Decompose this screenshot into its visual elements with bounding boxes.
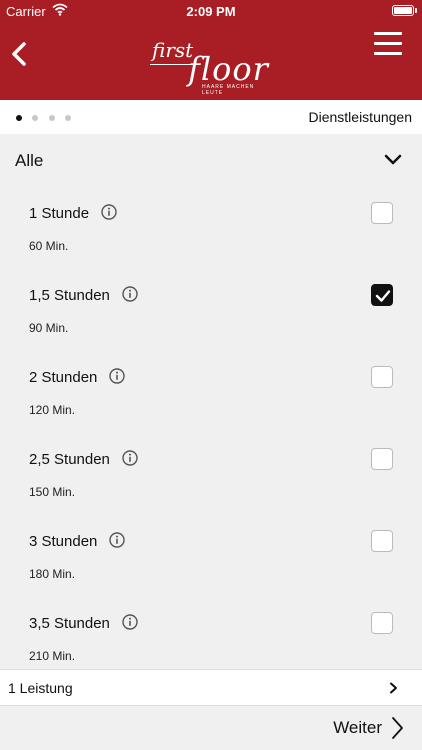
service-name: 3,5 Stunden [29, 615, 110, 632]
step-dot-3 [49, 115, 55, 121]
info-icon[interactable] [122, 450, 138, 466]
service-name: 1,5 Stunden [29, 287, 110, 304]
service-list: 1 Stunde 60 Min. 1,5 Stunden 90 Min. 2 S… [0, 188, 422, 669]
service-name: 3 Stunden [29, 533, 98, 550]
step-dot-2 [32, 115, 38, 121]
step-dot-4 [65, 115, 71, 121]
footer-bar: Weiter [0, 706, 422, 750]
service-duration: 150 Min. [29, 485, 76, 499]
service-duration: 180 Min. [29, 567, 76, 581]
selection-summary[interactable]: 1 Leistung [0, 669, 422, 706]
info-icon[interactable] [109, 368, 125, 384]
menu-button[interactable] [374, 32, 402, 56]
service-item[interactable]: 1 Stunde 60 Min. [0, 188, 422, 270]
hamburger-line [374, 42, 402, 45]
chevron-right-icon [390, 682, 397, 694]
service-checkbox[interactable] [371, 612, 393, 634]
info-icon[interactable] [109, 532, 125, 548]
logo-tagline: HAARE MACHEN LEUTE [202, 84, 255, 96]
brand-logo: first floor HAARE MACHEN LEUTE [150, 36, 274, 96]
service-item[interactable]: 1,5 Stunden 90 Min. [0, 270, 422, 352]
info-icon[interactable] [122, 614, 138, 630]
hamburger-line [374, 52, 402, 55]
selection-count: 1 Leistung [8, 680, 73, 696]
step-dot-1 [16, 115, 22, 121]
info-icon[interactable] [122, 286, 138, 302]
status-time: 2:09 PM [186, 4, 236, 19]
status-bar: Carrier 2:09 PM [0, 0, 422, 22]
chevron-right-icon [392, 717, 403, 739]
service-item[interactable]: 2,5 Stunden 150 Min. [0, 434, 422, 516]
logo-word-floor: floor [188, 50, 269, 88]
service-checkbox[interactable] [371, 202, 393, 224]
service-checkbox-checked[interactable] [371, 284, 393, 306]
step-title: Dienstleistungen [308, 109, 412, 125]
nav-bar: first floor HAARE MACHEN LEUTE [0, 22, 422, 100]
service-item[interactable]: 3 Stunden 180 Min. [0, 516, 422, 598]
next-button-label: Weiter [333, 718, 382, 737]
category-filter[interactable]: Alle [0, 134, 422, 188]
hamburger-line [374, 32, 402, 35]
step-indicator-bar: Dienstleistungen [0, 100, 422, 134]
service-duration: 60 Min. [29, 239, 69, 253]
chevron-left-icon [12, 42, 26, 66]
service-duration: 120 Min. [29, 403, 76, 417]
service-duration: 210 Min. [29, 649, 76, 663]
battery-tip [415, 8, 417, 13]
chevron-down-icon [384, 154, 402, 165]
service-checkbox[interactable] [371, 448, 393, 470]
service-name: 2 Stunden [29, 369, 98, 386]
service-checkbox[interactable] [371, 366, 393, 388]
back-button[interactable] [8, 36, 38, 72]
service-name: 2,5 Stunden [29, 451, 110, 468]
service-name: 1 Stunde [29, 205, 90, 222]
battery-icon [392, 5, 414, 16]
info-icon[interactable] [101, 204, 117, 220]
service-duration: 90 Min. [29, 321, 69, 335]
category-filter-label: Alle [15, 151, 44, 170]
next-button[interactable]: Weiter [304, 714, 404, 744]
service-item[interactable]: 3,5 Stunden 210 Min. [0, 598, 422, 669]
service-item[interactable]: 2 Stunden 120 Min. [0, 352, 422, 434]
checkmark-icon [375, 290, 391, 302]
service-checkbox[interactable] [371, 530, 393, 552]
